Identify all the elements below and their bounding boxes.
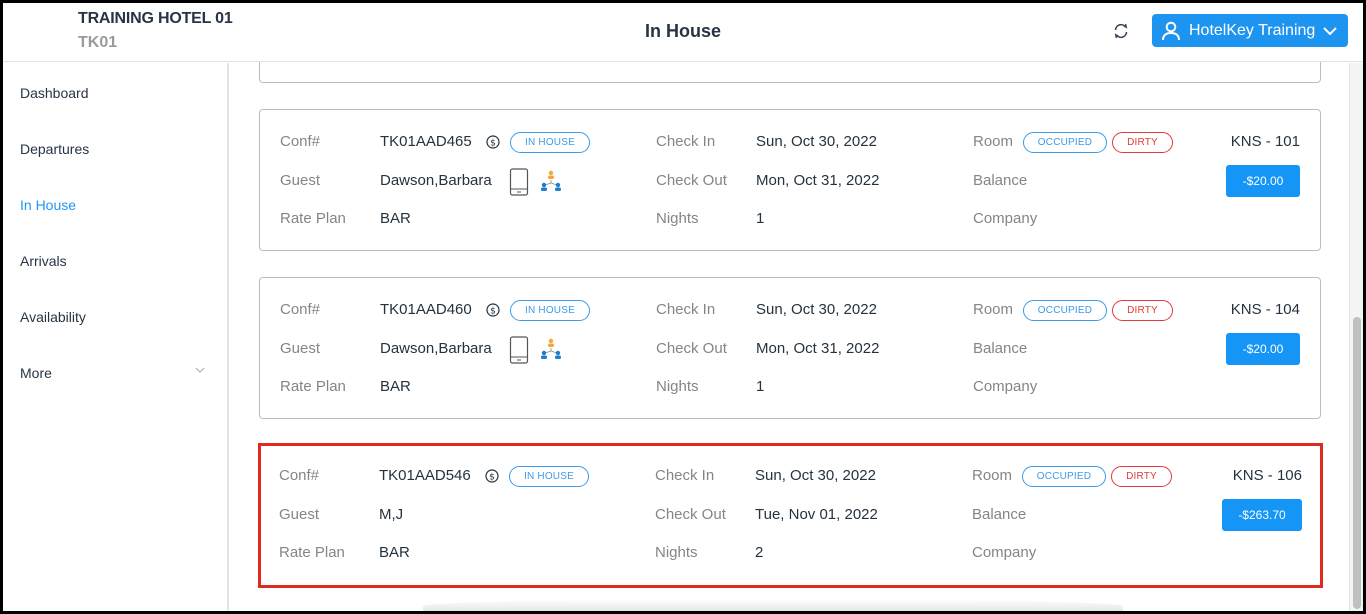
nights-count: 2 (755, 544, 764, 561)
check-out-date: Mon, Oct 31, 2022 (756, 340, 880, 357)
hotel-name: TRAINING HOTEL 01 (78, 10, 233, 27)
sidebar-item-arrivals[interactable]: Arrivals (20, 253, 67, 269)
balance-label: Balance (973, 340, 1028, 357)
check-out-date: Mon, Oct 31, 2022 (756, 172, 880, 189)
guest-label: Guest (280, 340, 321, 357)
scrollbar[interactable] (1349, 63, 1363, 611)
chevron-down-icon[interactable] (195, 365, 205, 375)
payment-dollar-icon: $ (486, 135, 500, 149)
user-icon (1162, 21, 1180, 40)
rate-plan-label: Rate Plan (280, 210, 346, 227)
rate-plan: BAR (380, 210, 411, 227)
company-label: Company (973, 210, 1038, 227)
sidebar-item-in-house[interactable]: In House (20, 197, 76, 213)
status-badge: IN HOUSE (510, 300, 590, 321)
conf-label: Conf# (280, 133, 321, 150)
housekeeping-badge: DIRTY (1112, 300, 1173, 321)
room-status-badge: OCCUPIED (1023, 300, 1107, 321)
rate-plan-label: Rate Plan (279, 544, 345, 561)
balance-button[interactable]: -$263.70 (1222, 499, 1302, 531)
nights-count: 1 (756, 210, 765, 227)
check-out-label: Check Out (655, 506, 726, 523)
confirmation-number[interactable]: TK01AAD460 (380, 301, 472, 318)
sidebar-item-more[interactable]: More (20, 365, 52, 381)
room-number: KNS - 101 (1230, 133, 1300, 150)
guest-label: Guest (279, 506, 320, 523)
bottom-shadow (423, 599, 1123, 611)
confirmation-number[interactable]: TK01AAD546 (379, 467, 471, 484)
check-in-date: Sun, Oct 30, 2022 (755, 467, 876, 484)
guest-name[interactable]: M,J (379, 506, 403, 523)
housekeeping-badge: DIRTY (1111, 466, 1172, 487)
check-in-date: Sun, Oct 30, 2022 (756, 301, 877, 318)
check-out-date: Tue, Nov 01, 2022 (755, 506, 878, 523)
housekeeping-badge: DIRTY (1112, 132, 1173, 153)
top-header: TRAINING HOTEL 01 TK01 In House HotelKey… (3, 3, 1363, 62)
reservation-card[interactable]: Conf# TK01AAD546 $ IN HOUSE Guest M,J Ra… (258, 443, 1323, 588)
check-in-date: Sun, Oct 30, 2022 (756, 133, 877, 150)
check-out-label: Check Out (656, 172, 727, 189)
nights-label: Nights (656, 210, 699, 227)
sidebar-item-availability[interactable]: Availability (20, 309, 86, 325)
balance-button[interactable]: -$20.00 (1226, 333, 1300, 365)
nights-label: Nights (655, 544, 698, 561)
rate-plan: BAR (379, 544, 410, 561)
payment-dollar-icon: $ (486, 303, 500, 317)
check-in-label: Check In (656, 133, 716, 150)
guest-name[interactable]: Dawson,Barbara (380, 340, 492, 357)
room-number: KNS - 106 (1232, 467, 1302, 484)
room-label: Room (972, 467, 1013, 484)
refresh-icon (1114, 23, 1128, 39)
check-in-label: Check In (655, 467, 715, 484)
sidebar-item-departures[interactable]: Departures (20, 141, 89, 157)
company-label: Company (973, 378, 1038, 395)
company-label: Company (972, 544, 1037, 561)
scrollbar-thumb[interactable] (1353, 317, 1361, 609)
nights-count: 1 (756, 378, 765, 395)
rate-plan: BAR (380, 378, 411, 395)
room-status-badge: OCCUPIED (1022, 466, 1106, 487)
room-status-badge: OCCUPIED (1023, 132, 1107, 153)
svg-text:$: $ (490, 306, 496, 316)
balance-label: Balance (973, 172, 1028, 189)
room-label: Room (973, 301, 1014, 318)
check-out-label: Check Out (656, 340, 727, 357)
confirmation-number[interactable]: TK01AAD465 (380, 133, 472, 150)
conf-label: Conf# (280, 301, 321, 318)
user-menu-button[interactable]: HotelKey Training (1152, 14, 1348, 47)
room-label: Room (973, 133, 1014, 150)
check-in-label: Check In (656, 301, 716, 318)
chevron-down-icon (1323, 26, 1337, 35)
reservation-card[interactable]: Conf# TK01AAD460 $ IN HOUSE Guest Dawson… (259, 277, 1321, 419)
rate-plan-label: Rate Plan (280, 378, 346, 395)
mobile-phone-icon (509, 336, 529, 364)
user-name: HotelKey Training (1189, 21, 1316, 39)
group-reservation-icon (541, 170, 561, 191)
conf-label: Conf# (279, 467, 320, 484)
refresh-button[interactable] (1111, 21, 1131, 41)
sidebar-nav: Dashboard Departures In House Arrivals A… (3, 63, 229, 611)
balance-button[interactable]: -$20.00 (1226, 165, 1300, 197)
room-number: KNS - 104 (1230, 301, 1300, 318)
guest-label: Guest (280, 172, 321, 189)
sidebar-item-dashboard[interactable]: Dashboard (20, 85, 89, 101)
group-reservation-icon (541, 338, 561, 359)
status-badge: IN HOUSE (509, 466, 589, 487)
mobile-phone-icon (509, 168, 529, 196)
payment-dollar-icon: $ (485, 469, 499, 483)
balance-label: Balance (972, 506, 1027, 523)
nights-label: Nights (656, 378, 699, 395)
reservation-list: Conf# TK01AAD465 $ IN HOUSE Guest Dawson… (231, 33, 1349, 611)
hotel-code: TK01 (78, 34, 118, 51)
svg-text:$: $ (489, 472, 495, 482)
app-window: TRAINING HOTEL 01 TK01 In House HotelKey… (3, 3, 1363, 611)
svg-text:$: $ (490, 138, 496, 148)
guest-name[interactable]: Dawson,Barbara (380, 172, 492, 189)
status-badge: IN HOUSE (510, 132, 590, 153)
reservation-card[interactable]: Conf# TK01AAD465 $ IN HOUSE Guest Dawson… (259, 109, 1321, 251)
